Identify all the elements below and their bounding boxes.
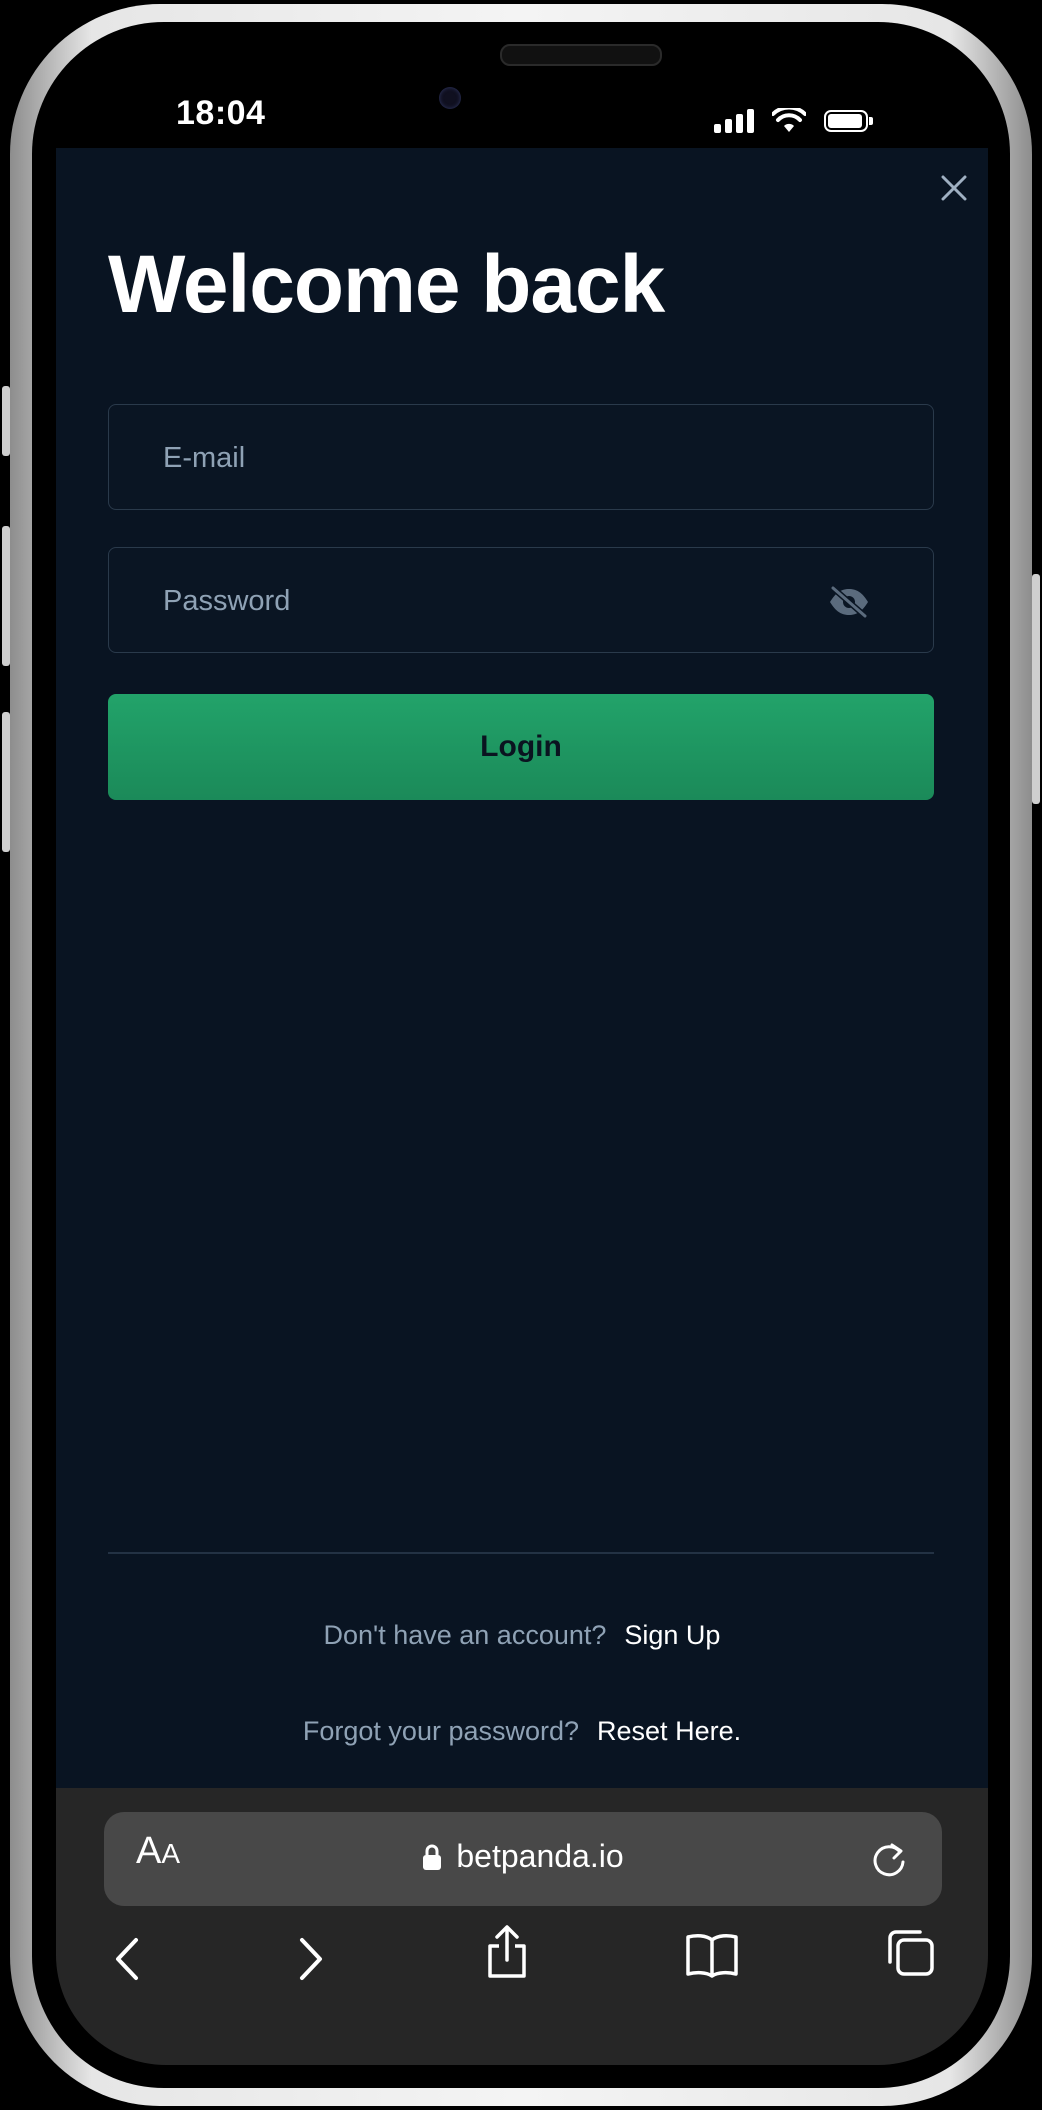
password-input[interactable]: [161, 548, 825, 654]
share-icon: [488, 1925, 526, 1978]
eye-slash-icon: [830, 585, 868, 619]
speaker-grille: [500, 44, 662, 66]
front-camera: [439, 87, 461, 109]
reset-password-link[interactable]: Reset Here.: [597, 1716, 741, 1746]
signal-icon: [714, 109, 754, 133]
wifi-icon: [772, 108, 806, 132]
no-account-text: Don't have an account?: [323, 1620, 607, 1650]
close-button[interactable]: [934, 168, 974, 208]
reset-row: Forgot your password? Reset Here.: [56, 1716, 988, 1747]
toggle-password-visibility-button[interactable]: [827, 582, 871, 622]
forward-button[interactable]: [296, 1936, 326, 1987]
bookmarks-button[interactable]: [684, 1932, 740, 1983]
reload-icon: [873, 1843, 905, 1877]
login-button[interactable]: Login: [108, 694, 934, 800]
volume-up-button: [2, 526, 10, 666]
email-input[interactable]: [161, 405, 825, 511]
phone-screen: 18:04 Welcome back E-mail Login Don't ha…: [56, 30, 988, 2065]
forgot-password-text: Forgot your password?: [302, 1716, 580, 1746]
tabs-button[interactable]: [886, 1928, 936, 1983]
page-title: Welcome back: [108, 239, 665, 330]
forward-icon: [300, 1938, 322, 1980]
close-icon: [941, 175, 967, 201]
url-text: betpanda.io: [456, 1838, 624, 1874]
address-bar[interactable]: AA betpanda.io: [104, 1812, 942, 1906]
status-time: 18:04: [176, 94, 266, 132]
mute-switch: [2, 386, 10, 456]
back-icon: [116, 1938, 138, 1980]
signup-link[interactable]: Sign Up: [624, 1620, 720, 1650]
power-button: [1032, 574, 1040, 804]
lock-icon: [423, 1844, 442, 1870]
signup-row: Don't have an account? Sign Up: [56, 1620, 988, 1651]
login-modal: Welcome back Login Don't have an account…: [56, 148, 988, 1788]
bookmarks-icon: [686, 1934, 738, 1978]
divider: [108, 1552, 934, 1554]
volume-down-button: [2, 712, 10, 852]
browser-toolbar: AA betpanda.io: [56, 1788, 988, 2065]
share-button[interactable]: [484, 1924, 530, 1985]
reload-button[interactable]: [870, 1836, 910, 1885]
url-display[interactable]: betpanda.io: [104, 1838, 942, 1875]
tabs-icon: [888, 1930, 934, 1976]
status-icons: [714, 108, 873, 134]
email-field[interactable]: [108, 404, 934, 511]
password-field[interactable]: [108, 547, 934, 654]
back-button[interactable]: [112, 1936, 142, 1987]
battery-icon: [824, 110, 873, 132]
